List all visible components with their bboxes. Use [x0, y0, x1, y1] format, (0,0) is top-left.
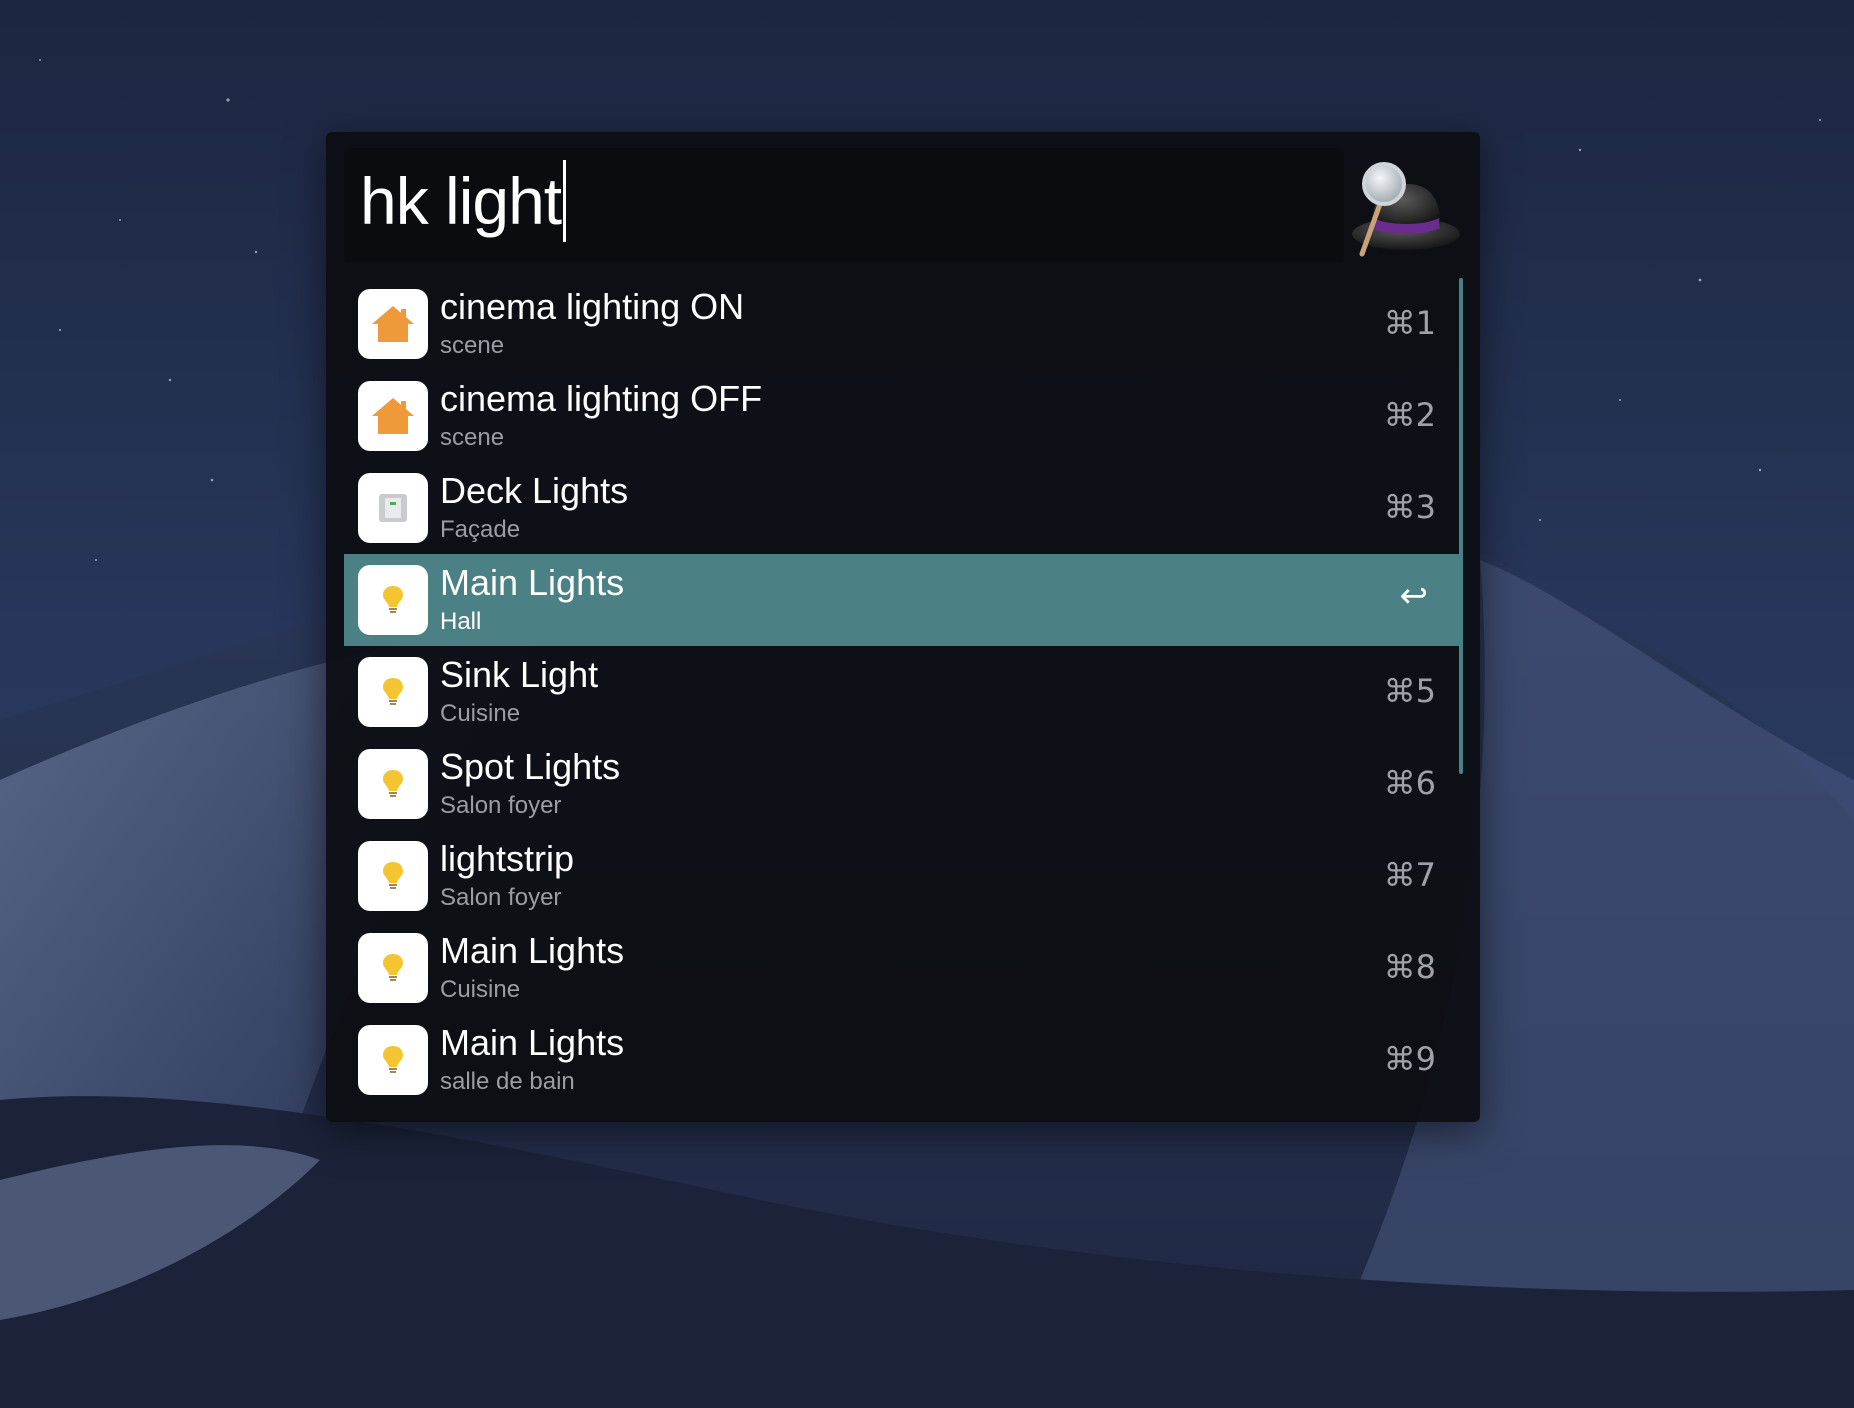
- result-row[interactable]: Main Lights salle de bain ⌘9: [344, 1014, 1462, 1106]
- home-icon: [358, 289, 428, 359]
- result-subtitle: scene: [440, 424, 505, 451]
- result-row[interactable]: lightstrip Salon foyer ⌘7: [344, 830, 1462, 922]
- search-query-text: hk light: [360, 164, 562, 238]
- result-shortcut: ⌘7: [1383, 856, 1436, 894]
- result-shortcut: ⌘5: [1383, 672, 1436, 710]
- result-subtitle: scene: [440, 332, 505, 359]
- lightbulb-icon: [358, 1025, 428, 1095]
- result-title: cinema lighting ON: [440, 286, 745, 327]
- result-row[interactable]: cinema lighting ON scene ⌘1: [344, 278, 1462, 370]
- text-caret: [563, 160, 567, 242]
- result-subtitle: Hall: [440, 608, 482, 635]
- result-subtitle: Salon foyer: [440, 884, 562, 911]
- return-key-icon: ↩: [1399, 576, 1429, 616]
- result-shortcut: ⌘1: [1383, 304, 1436, 342]
- result-shortcut: ⌘2: [1383, 396, 1436, 434]
- result-title: Sink Light: [440, 654, 599, 695]
- result-subtitle: Cuisine: [440, 700, 521, 727]
- home-icon: [358, 381, 428, 451]
- lightbulb-icon: [358, 841, 428, 911]
- result-title: lightstrip: [440, 838, 575, 879]
- result-shortcut: ⌘3: [1383, 488, 1436, 526]
- result-row-selected[interactable]: Main Lights Hall ↩: [344, 554, 1462, 646]
- result-row[interactable]: Main Lights Cuisine ⌘8: [344, 922, 1462, 1014]
- results-scrollbar[interactable]: [1459, 278, 1463, 774]
- search-query-display[interactable]: hk light: [360, 156, 567, 246]
- switch-icon: [358, 473, 428, 543]
- alfred-hat-icon: [1344, 158, 1462, 258]
- result-subtitle: Façade: [440, 516, 521, 543]
- lightbulb-icon: [358, 657, 428, 727]
- result-subtitle: Salon foyer: [440, 792, 562, 819]
- lightbulb-icon: [358, 933, 428, 1003]
- result-row[interactable]: Deck Lights Façade ⌘3: [344, 462, 1462, 554]
- result-shortcut: ⌘8: [1383, 948, 1436, 986]
- result-row[interactable]: cinema lighting OFF scene ⌘2: [344, 370, 1462, 462]
- result-shortcut: ⌘9: [1383, 1040, 1436, 1078]
- result-row[interactable]: Sink Light Cuisine ⌘5: [344, 646, 1462, 738]
- result-title: Deck Lights: [440, 470, 629, 511]
- results-list: cinema lighting ON scene ⌘1 cinema light…: [344, 278, 1462, 1106]
- result-title: Main Lights: [440, 562, 625, 603]
- result-subtitle: Cuisine: [440, 976, 521, 1003]
- lightbulb-icon: [358, 565, 428, 635]
- lightbulb-icon: [358, 749, 428, 819]
- result-title: Spot Lights: [440, 746, 621, 787]
- result-title: cinema lighting OFF: [440, 378, 763, 419]
- result-subtitle: salle de bain: [440, 1068, 575, 1095]
- result-row[interactable]: Spot Lights Salon foyer ⌘6: [344, 738, 1462, 830]
- result-title: Main Lights: [440, 930, 625, 971]
- result-title: Main Lights: [440, 1022, 625, 1063]
- result-shortcut: ⌘6: [1383, 764, 1436, 802]
